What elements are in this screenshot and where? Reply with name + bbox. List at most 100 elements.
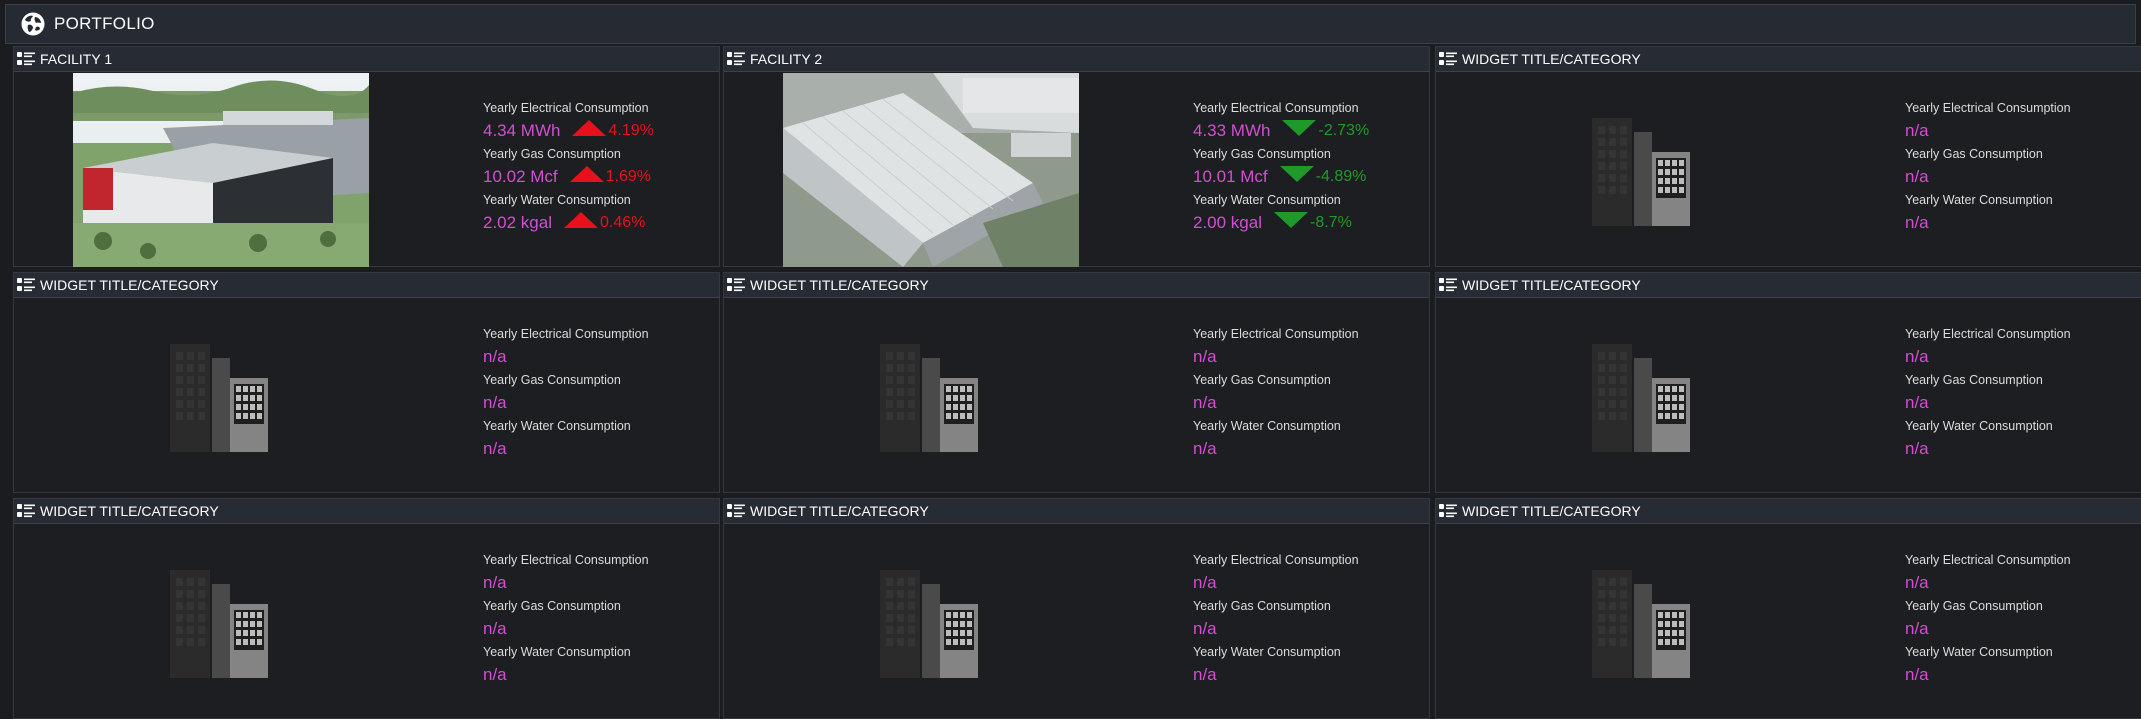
metric-value: n/a <box>1905 121 1929 140</box>
metrics-list: Yearly Electrical Consumption n/a Yearly G… <box>1193 551 1423 689</box>
metric-row: n/a <box>483 343 713 371</box>
widget-header: WIDGET TITLE/CATEGORY <box>1436 273 2141 298</box>
page-title: PORTFOLIO <box>54 14 155 33</box>
widget-5[interactable]: WIDGET TITLE/CATEGORY Yearly Electrical … <box>723 272 1430 493</box>
list-menu-icon[interactable] <box>1439 277 1457 293</box>
metric-label: Yearly Gas Consumption <box>1193 373 1331 387</box>
building-icon <box>880 344 978 452</box>
widget-4[interactable]: WIDGET TITLE/CATEGORY Yearly Electrical … <box>13 272 720 493</box>
widget-title: WIDGET TITLE/CATEGORY <box>40 503 219 519</box>
metric-label: Yearly Water Consumption <box>1905 419 2053 433</box>
list-menu-icon[interactable] <box>17 503 35 519</box>
metric-label: Yearly Water Consumption <box>1193 419 1341 433</box>
metric-label: Yearly Water Consumption <box>483 419 631 433</box>
metric-row: 10.02 Mcf 1.69% <box>483 163 713 191</box>
widget-2[interactable]: FACILITY 2 Yearly Electrical Consumption… <box>723 46 1430 267</box>
metric-value: 10.01 Mcf <box>1193 167 1268 186</box>
widget-title: FACILITY 2 <box>750 51 823 67</box>
metric-row: n/a <box>1193 569 1423 597</box>
metric-change: -8.7% <box>1310 214 1352 231</box>
metric-row: 4.34 MWh 4.19% <box>483 117 713 145</box>
metric-value: n/a <box>1193 573 1217 592</box>
widget-9[interactable]: WIDGET TITLE/CATEGORY Yearly Electrical … <box>1435 498 2141 719</box>
trend-up-icon <box>569 166 604 182</box>
metrics-list: Yearly Electrical Consumption 4.33 MWh -2.… <box>1193 99 1423 237</box>
metric-label: Yearly Water Consumption <box>1905 193 2053 207</box>
list-menu-icon[interactable] <box>1439 51 1457 67</box>
metric-value: n/a <box>1193 619 1217 638</box>
metric-label: Yearly Water Consumption <box>483 193 631 207</box>
metric-value: n/a <box>1905 393 1929 412</box>
list-menu-icon[interactable] <box>17 51 35 67</box>
metrics-list: Yearly Electrical Consumption n/a Yearly G… <box>1905 325 2135 463</box>
widget-title: WIDGET TITLE/CATEGORY <box>1462 503 1641 519</box>
building-icon <box>1592 570 1690 678</box>
metric-label: Yearly Gas Consumption <box>1905 147 2043 161</box>
building-icon <box>1592 118 1690 226</box>
metrics-list: Yearly Electrical Consumption n/a Yearly G… <box>1905 99 2135 237</box>
widget-title: WIDGET TITLE/CATEGORY <box>750 277 929 293</box>
trend-up-icon <box>564 212 598 228</box>
metric-row: n/a <box>1193 389 1423 417</box>
widget-header: WIDGET TITLE/CATEGORY <box>14 273 719 298</box>
metric-row: n/a <box>483 389 713 417</box>
metric-label: Yearly Electrical Consumption <box>1905 553 2071 567</box>
trend-down-icon <box>1282 120 1317 136</box>
widget-title: FACILITY 1 <box>40 51 113 67</box>
metric-value: n/a <box>1193 347 1217 366</box>
metric-value: n/a <box>1905 167 1929 186</box>
metric-value: n/a <box>483 573 507 592</box>
widget-6[interactable]: WIDGET TITLE/CATEGORY Yearly Electrical … <box>1435 272 2141 493</box>
metric-row: n/a <box>1193 661 1423 689</box>
metric-row: 4.33 MWh -2.73% <box>1193 117 1423 145</box>
metric-label: Yearly Gas Consumption <box>483 599 621 613</box>
metric-label: Yearly Water Consumption <box>1193 645 1341 659</box>
metric-value: n/a <box>483 347 507 366</box>
widget-1[interactable]: FACILITY 1 Yearly Electrical Consumption… <box>13 46 720 267</box>
metric-value: n/a <box>1905 347 1929 366</box>
metrics-list: Yearly Electrical Consumption 4.34 MWh 4.1… <box>483 99 713 237</box>
metric-label: Yearly Electrical Consumption <box>483 101 649 115</box>
metric-row: 10.01 Mcf -4.89% <box>1193 163 1423 191</box>
metric-change: -2.73% <box>1318 122 1370 139</box>
metric-value: n/a <box>1905 213 1929 232</box>
building-icon <box>170 344 268 452</box>
metric-row: n/a <box>1905 569 2135 597</box>
metric-row: n/a <box>1905 435 2135 463</box>
metrics-list: Yearly Electrical Consumption n/a Yearly G… <box>483 325 713 463</box>
list-menu-icon[interactable] <box>1439 503 1457 519</box>
widget-3[interactable]: WIDGET TITLE/CATEGORY Yearly Electrical … <box>1435 46 2141 267</box>
metric-row: n/a <box>1905 117 2135 145</box>
list-menu-icon[interactable] <box>727 277 745 293</box>
list-menu-icon[interactable] <box>727 503 745 519</box>
metric-row: n/a <box>483 661 713 689</box>
widget-header: WIDGET TITLE/CATEGORY <box>1436 47 2141 72</box>
portfolio-header: PORTFOLIO <box>5 4 2136 44</box>
metric-change: 4.19% <box>608 122 654 139</box>
metric-value: n/a <box>1193 665 1217 684</box>
widget-header: WIDGET TITLE/CATEGORY <box>724 273 1429 298</box>
metrics-list: Yearly Electrical Consumption n/a Yearly G… <box>1193 325 1423 463</box>
metric-row: n/a <box>483 615 713 643</box>
metric-row: n/a <box>1905 343 2135 371</box>
metric-row: n/a <box>483 435 713 463</box>
metrics-list: Yearly Electrical Consumption n/a Yearly G… <box>483 551 713 689</box>
metric-row: n/a <box>1905 615 2135 643</box>
metric-row: n/a <box>1905 209 2135 237</box>
metric-value: n/a <box>1905 573 1929 592</box>
metric-label: Yearly Electrical Consumption <box>1193 553 1359 567</box>
metric-label: Yearly Electrical Consumption <box>483 553 649 567</box>
widget-7[interactable]: WIDGET TITLE/CATEGORY Yearly Electrical … <box>13 498 720 719</box>
metric-label: Yearly Water Consumption <box>483 645 631 659</box>
metric-value: n/a <box>1193 393 1217 412</box>
metric-row: n/a <box>1905 661 2135 689</box>
metric-label: Yearly Electrical Consumption <box>1193 101 1359 115</box>
metric-value: n/a <box>1193 439 1217 458</box>
list-menu-icon[interactable] <box>17 277 35 293</box>
metric-value: 4.33 MWh <box>1193 121 1271 140</box>
metric-label: Yearly Gas Consumption <box>1193 147 1331 161</box>
globe-icon <box>19 10 47 38</box>
widget-8[interactable]: WIDGET TITLE/CATEGORY Yearly Electrical … <box>723 498 1430 719</box>
list-menu-icon[interactable] <box>727 51 745 67</box>
metric-value: 2.02 kgal <box>483 213 552 232</box>
